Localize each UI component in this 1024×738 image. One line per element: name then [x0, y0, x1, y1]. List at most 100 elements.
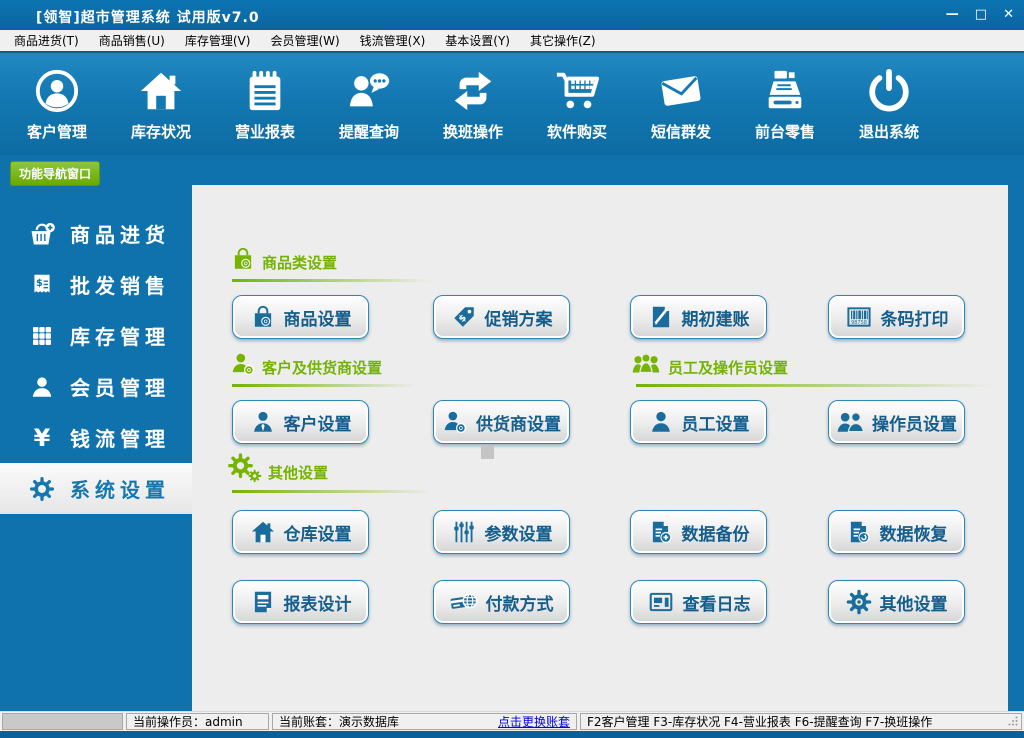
section-underline: [232, 384, 417, 387]
section-underline: [232, 279, 432, 282]
sync-arrows-icon: [450, 68, 496, 114]
supplier-settings-button[interactable]: 供货商设置: [433, 400, 570, 444]
nav-tag: 功能导航窗口: [10, 161, 100, 186]
toolbar-item-customers[interactable]: 客户管理: [5, 53, 109, 155]
menu-item-cashflow[interactable]: 钱流管理(X): [350, 32, 436, 49]
gear-icon: [24, 476, 60, 502]
envelope-icon: [658, 68, 704, 114]
data-restore-button[interactable]: 数据恢复: [828, 510, 965, 554]
resize-grip[interactable]: [1008, 716, 1018, 726]
bag-gear-icon: [230, 245, 256, 273]
menu-item-other[interactable]: 其它操作(Z): [520, 32, 606, 49]
sidebar: 商品进货 $ 批发销售 库存管理 会员管理 ¥ 钱流管理: [0, 155, 192, 711]
price-tag-icon: $: [451, 304, 477, 330]
person-icon: [24, 374, 60, 400]
sidebar-item-wholesale[interactable]: $ 批发销售: [0, 259, 192, 310]
app-window: [领智]超市管理系统 试用版v7.0 — □ ✕ 商品进货(T) 商品销售(U)…: [0, 0, 1024, 738]
sidebar-item-inventory[interactable]: 库存管理: [0, 310, 192, 361]
person-gear-icon: [230, 350, 256, 378]
status-hotkeys: F2客户管理 F3-库存状况 F4-营业报表 F6-提醒查询 F7-换班操作: [580, 713, 1022, 730]
promotion-plan-button[interactable]: $ 促销方案: [433, 295, 570, 339]
svg-text:98758: 98758: [851, 320, 867, 326]
report-design-button[interactable]: 报表设计: [232, 580, 369, 624]
status-account: 当前账套：演示数据库 点击更换账套: [272, 713, 577, 730]
parameter-settings-button[interactable]: 参数设置: [433, 510, 570, 554]
menubar: 商品进货(T) 商品销售(U) 库存管理(V) 会员管理(W) 钱流管理(X) …: [0, 30, 1024, 52]
barcode-icon: 98758: [845, 304, 873, 330]
menu-item-settings[interactable]: 基本设置(Y): [435, 32, 520, 49]
report-icon: [250, 589, 276, 615]
toolbar-item-purchase-software[interactable]: 软件购买: [525, 53, 629, 155]
statusbar: 当前操作员：admin 当前账套：演示数据库 点击更换账套 F2客户管理 F3-…: [0, 711, 1024, 731]
toolbar-item-exit[interactable]: 退出系统: [837, 53, 941, 155]
view-log-button[interactable]: 查看日志: [630, 580, 767, 624]
toolbar-item-shift[interactable]: 换班操作: [421, 53, 525, 155]
toolbar-item-pos[interactable]: 前台零售: [733, 53, 837, 155]
minimize-button[interactable]: —: [946, 6, 959, 23]
bag-gear-icon: [250, 304, 276, 330]
grid-icon: [24, 324, 60, 348]
toolbar: 客户管理 库存状况 营业报表 提醒查询 换班操作 软件购买 短信群发 前台零售: [0, 51, 1024, 155]
payment-method-button[interactable]: 付款方式: [433, 580, 570, 624]
close-button[interactable]: ✕: [1003, 6, 1014, 23]
log-window-icon: [647, 589, 675, 615]
person-icon: [648, 409, 674, 435]
customer-settings-button[interactable]: 客户设置: [232, 400, 369, 444]
product-settings-button[interactable]: 商品设置: [232, 295, 369, 339]
window-bottom-border: [0, 731, 1024, 738]
operator-settings-button[interactable]: 操作员设置: [828, 400, 965, 444]
warehouse-settings-button[interactable]: 仓库设置: [232, 510, 369, 554]
people-group-icon: [630, 350, 662, 378]
toolbar-item-stock[interactable]: 库存状况: [109, 53, 213, 155]
sidebar-item-system-settings[interactable]: 系统设置: [0, 463, 192, 514]
splitter-handle: [481, 446, 494, 459]
document-plus-icon: [648, 519, 674, 545]
sliders-icon: [451, 519, 477, 545]
gear-icon: [846, 589, 872, 615]
employee-settings-button[interactable]: 员工设置: [630, 400, 767, 444]
document-pen-icon: [648, 304, 674, 330]
titlebar: [领智]超市管理系统 试用版v7.0 — □ ✕: [0, 0, 1024, 30]
section-header-other: 其他设置: [228, 453, 328, 483]
svg-text:$: $: [36, 278, 43, 289]
maximize-button[interactable]: □: [975, 6, 987, 23]
sidebar-item-cashflow[interactable]: ¥ 钱流管理: [0, 412, 192, 463]
toolbar-item-reports[interactable]: 营业报表: [213, 53, 317, 155]
switch-account-link[interactable]: 点击更换账套: [498, 713, 570, 730]
card-globe-icon: [450, 589, 478, 615]
status-operator: 当前操作员：admin: [126, 713, 269, 730]
menu-item-sales[interactable]: 商品销售(U): [89, 32, 175, 49]
person-gear-icon: [442, 409, 468, 435]
toolbar-item-reminders[interactable]: 提醒查询: [317, 53, 421, 155]
main-panel: 商品类设置 商品设置 $ 促销方案 期初建账 98758 条码打印: [192, 185, 1008, 711]
menu-item-members[interactable]: 会员管理(W): [260, 32, 349, 49]
toolbar-item-sms[interactable]: 短信群发: [629, 53, 733, 155]
section-underline: [636, 384, 996, 387]
house-icon: [250, 519, 276, 545]
basket-add-icon: [24, 220, 60, 248]
people-icon: [836, 409, 864, 435]
account-label: 当前账套：演示数据库: [279, 713, 399, 730]
sidebar-item-members[interactable]: 会员管理: [0, 361, 192, 412]
opening-balance-button[interactable]: 期初建账: [630, 295, 767, 339]
person-tie-icon: [250, 409, 276, 435]
power-icon: [866, 68, 912, 114]
section-underline: [232, 490, 432, 493]
notepad-icon: [242, 68, 288, 114]
document-restore-icon: [846, 519, 872, 545]
app-title: [领智]超市管理系统 试用版v7.0: [36, 7, 260, 27]
section-header-employees-operators: 员工及操作员设置: [630, 350, 788, 378]
sidebar-item-purchase[interactable]: 商品进货: [0, 208, 192, 259]
cash-register-icon: [762, 68, 808, 114]
menu-item-purchase[interactable]: 商品进货(T): [4, 32, 89, 49]
section-header-customers-suppliers: 客户及供货商设置: [230, 350, 382, 378]
status-panel-empty: [2, 713, 123, 730]
gears-icon: [228, 453, 262, 483]
data-backup-button[interactable]: 数据备份: [630, 510, 767, 554]
menu-item-inventory[interactable]: 库存管理(V): [175, 32, 261, 49]
window-controls: — □ ✕: [946, 6, 1014, 23]
other-settings-button[interactable]: 其他设置: [828, 580, 965, 624]
barcode-print-button[interactable]: 98758 条码打印: [828, 295, 965, 339]
user-chat-icon: [346, 68, 392, 114]
home-icon: [138, 68, 184, 114]
